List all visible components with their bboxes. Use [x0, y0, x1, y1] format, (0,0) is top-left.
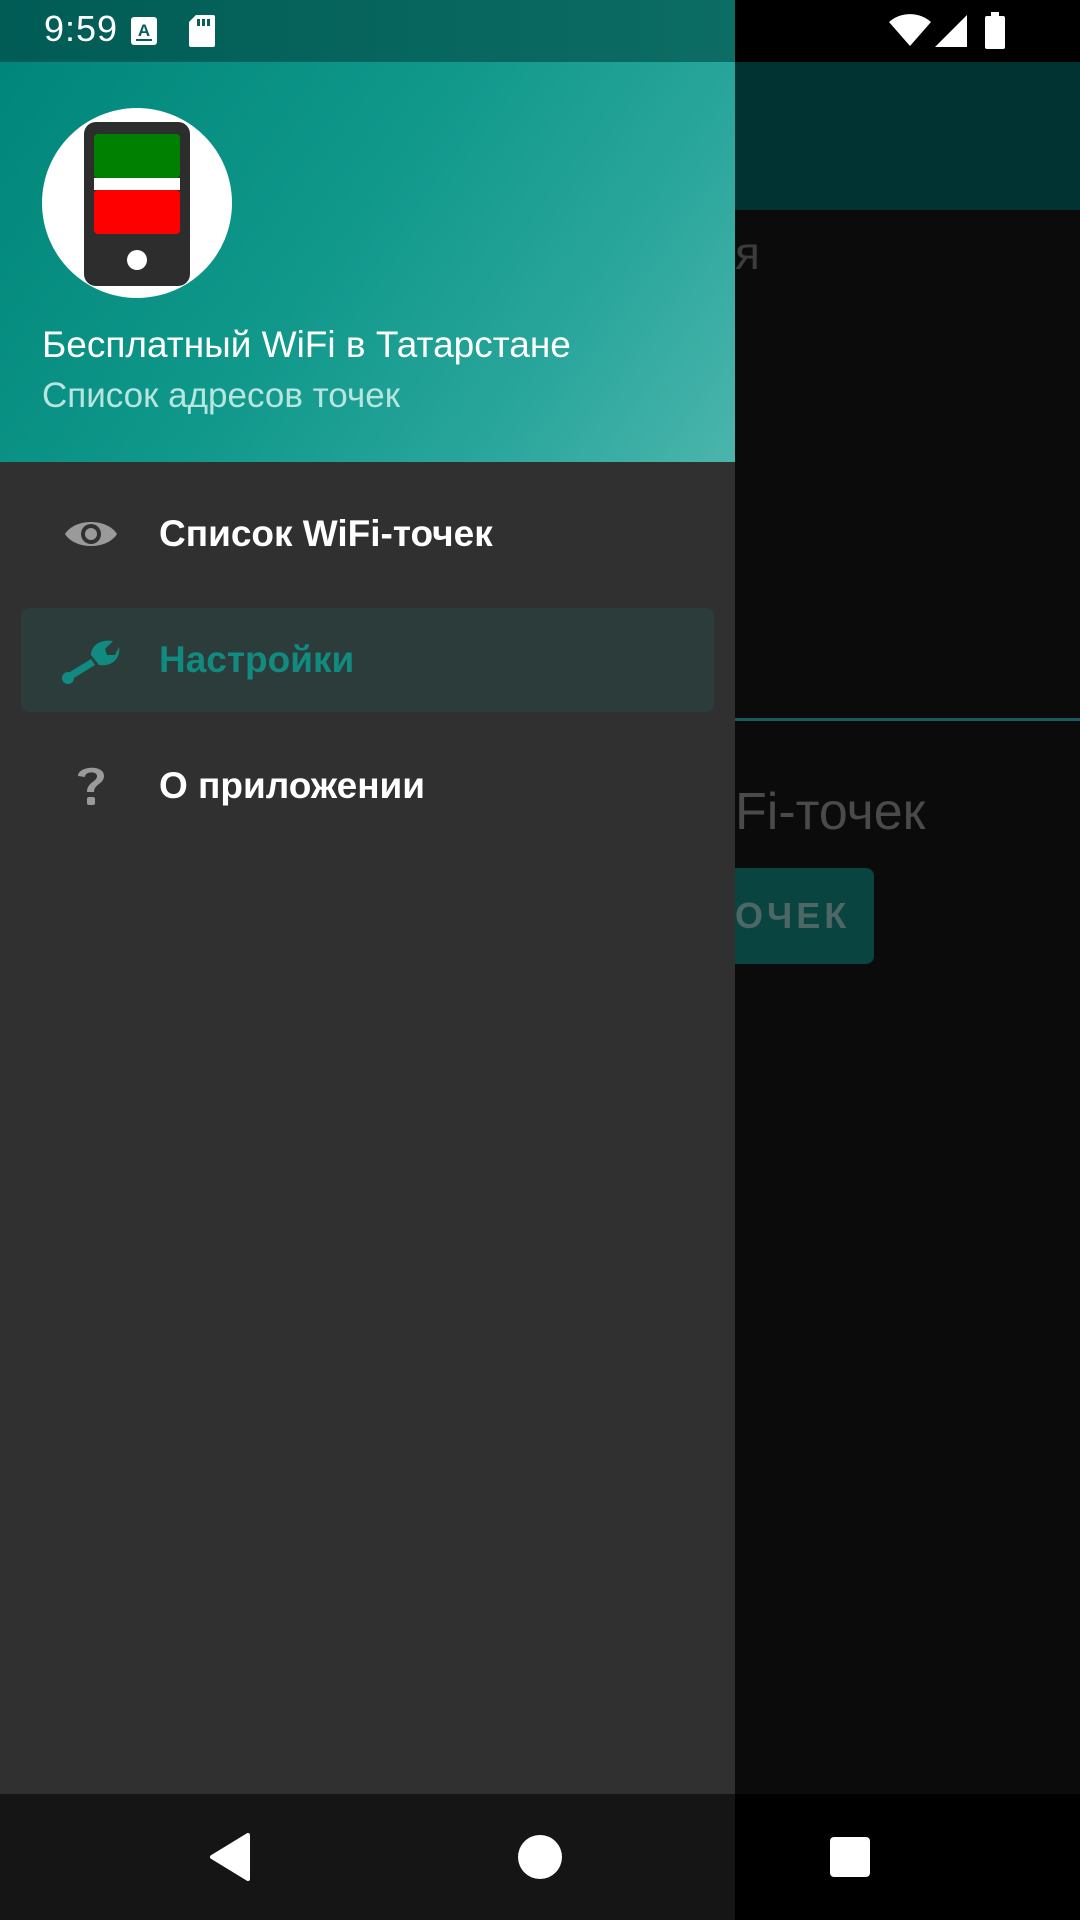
wrench-icon	[61, 630, 121, 690]
status-bar: 9:59 A	[0, 0, 1080, 62]
battery-icon	[985, 12, 1005, 49]
background-card-title: Fi-точек	[735, 783, 926, 841]
background-button: ОЧЕК	[735, 868, 874, 964]
status-time: 9:59	[44, 8, 119, 49]
wifi-icon	[889, 14, 931, 46]
screen: я Fi-точек ОЧЕК 9:59 A Бесплатный WiFi в…	[0, 0, 1080, 1920]
recents-button[interactable]	[790, 1794, 910, 1920]
eye-icon	[61, 504, 121, 564]
sd-card-icon	[189, 15, 215, 47]
home-button[interactable]	[480, 1794, 600, 1920]
drawer-header: Бесплатный WiFi в Татарстане Список адре…	[0, 62, 735, 462]
drawer-header-title: Бесплатный WiFi в Татарстане	[42, 324, 571, 365]
menu-item-settings[interactable]: Настройки	[21, 608, 714, 712]
menu-item-about[interactable]: О приложении	[21, 734, 714, 838]
app-logo	[42, 108, 232, 298]
recents-icon	[830, 1837, 870, 1877]
signal-icon	[935, 15, 967, 47]
system-nav-bar	[0, 1794, 1080, 1920]
nav-bar-drawer-overlay	[0, 1794, 735, 1920]
help-icon	[61, 756, 121, 816]
menu-item-label: О приложении	[159, 765, 426, 806]
menu-item-label: Список WiFi-точек	[159, 513, 493, 554]
text-a-icon: A	[131, 17, 157, 45]
phone-flag-icon	[84, 122, 190, 286]
home-icon	[518, 1835, 562, 1879]
menu-item-label: Настройки	[159, 639, 355, 680]
drawer-header-subtitle: Список адресов точек	[42, 376, 401, 415]
back-icon	[210, 1833, 250, 1881]
menu-item-wifi-list[interactable]: Список WiFi-точек	[21, 482, 714, 586]
background-section-title: я	[735, 227, 760, 279]
svg-text:A: A	[138, 21, 150, 40]
navigation-drawer: Бесплатный WiFi в Татарстане Список адре…	[0, 62, 735, 1794]
back-button[interactable]	[170, 1794, 290, 1920]
background-button-label: ОЧЕК	[735, 895, 851, 936]
